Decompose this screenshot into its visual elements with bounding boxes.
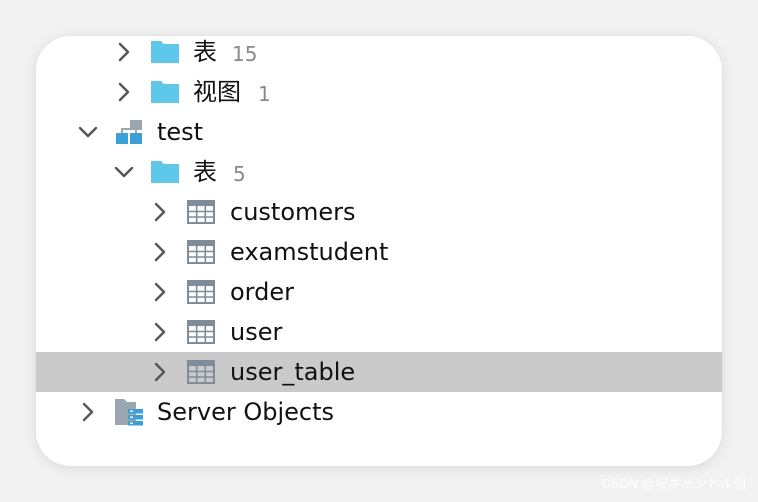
tree-node-views-group[interactable]: 视图 1 — [36, 72, 722, 112]
item-count-badge: 5 — [233, 162, 246, 186]
chevron-right-icon[interactable] — [148, 200, 172, 224]
table-icon — [186, 278, 216, 306]
item-count-badge: 15 — [232, 42, 258, 66]
chevron-right-icon[interactable] — [112, 40, 136, 64]
folder-icon — [150, 158, 180, 186]
chevron-down-icon[interactable] — [112, 160, 136, 184]
table-icon — [186, 358, 216, 386]
table-item-customers[interactable]: customers — [36, 192, 722, 232]
table-item-examstudent[interactable]: examstudent — [36, 232, 722, 272]
table-item-order[interactable]: order — [36, 272, 722, 312]
database-schema-icon — [114, 118, 144, 146]
tree-node-label: order — [230, 278, 294, 306]
chevron-right-icon[interactable] — [148, 320, 172, 344]
item-count-badge: 1 — [258, 82, 271, 106]
tree-node-schema-test[interactable]: test — [36, 112, 722, 152]
tree-node-tables-group[interactable]: 表 5 — [36, 152, 722, 192]
table-item-user-table[interactable]: user_table — [36, 352, 722, 392]
tree-node-server-objects[interactable]: Server Objects — [36, 392, 722, 432]
table-icon — [186, 238, 216, 266]
folder-icon — [150, 38, 180, 66]
table-icon — [186, 318, 216, 346]
server-objects-icon — [114, 398, 144, 426]
tree-node-label: Server Objects — [157, 398, 334, 426]
chevron-right-icon[interactable] — [76, 400, 100, 424]
object-tree-panel: 表 15 视图 1 test 表 5 customers examstudent… — [36, 36, 722, 466]
tree-node-label: examstudent — [230, 238, 389, 266]
chevron-right-icon[interactable] — [148, 360, 172, 384]
tree-node-label: user_table — [230, 358, 356, 386]
tree-node-label: test — [157, 118, 204, 146]
table-icon — [186, 198, 216, 226]
chevron-right-icon[interactable] — [148, 240, 172, 264]
chevron-right-icon[interactable] — [112, 80, 136, 104]
watermark-text: CSDN @桜キャンドル淵 — [601, 476, 746, 491]
chevron-right-icon[interactable] — [148, 280, 172, 304]
folder-icon — [150, 78, 180, 106]
tree-node-label: customers — [230, 198, 356, 226]
tree-node-tables-group[interactable]: 表 15 — [36, 36, 722, 72]
tree-node-label: 表 — [193, 38, 217, 66]
tree-node-label: 表 — [193, 158, 217, 186]
chevron-down-icon[interactable] — [76, 120, 100, 144]
tree-node-label: user — [230, 318, 283, 346]
table-item-user[interactable]: user — [36, 312, 722, 352]
tree-node-label: 视图 — [193, 78, 241, 106]
